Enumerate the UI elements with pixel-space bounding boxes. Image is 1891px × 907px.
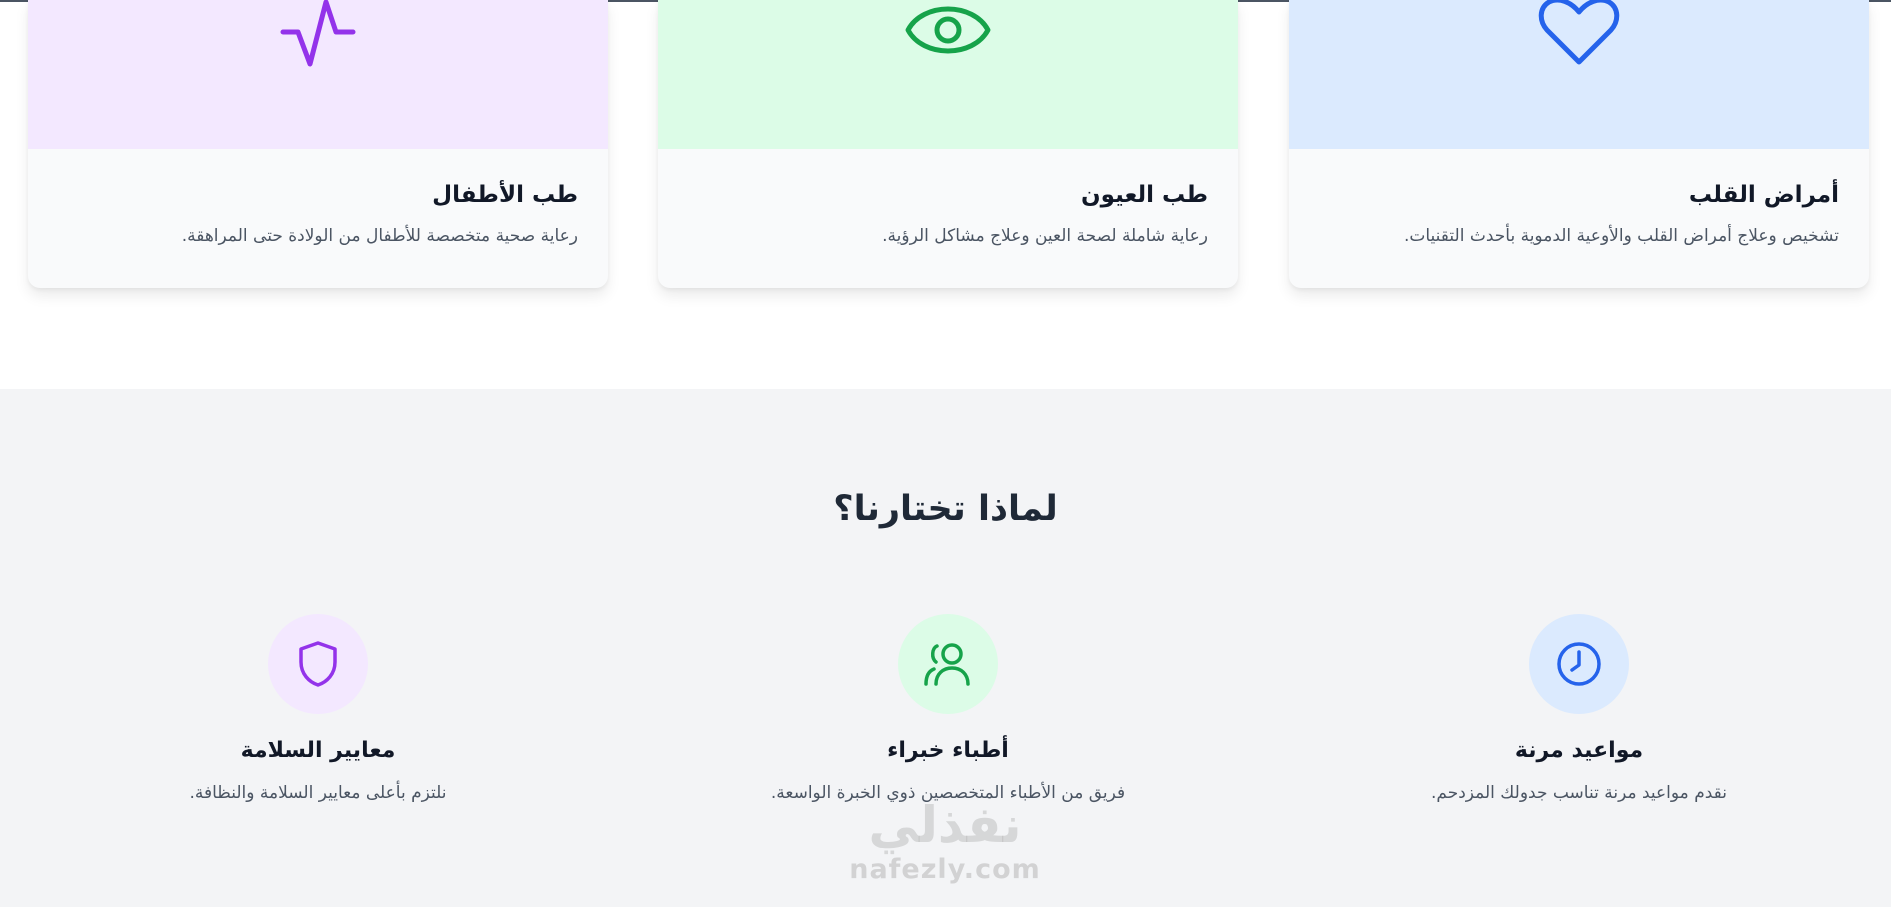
feature-title: مواعيد مرنة <box>1514 738 1644 763</box>
activity-icon <box>280 0 356 67</box>
shield-icon <box>299 641 337 687</box>
card-media <box>28 0 608 149</box>
feature-description: نلتزم بأعلى معايير السلامة والنظافة. <box>189 783 447 803</box>
card-title: طب العيون <box>1081 182 1208 208</box>
feature-safety-standards: معايير السلامة نلتزم بأعلى معايير السلام… <box>58 614 578 806</box>
users-icon <box>924 643 970 686</box>
card-description: رعاية صحية متخصصة للأطفال من الولادة حتى… <box>181 226 578 246</box>
feature-description: فريق من الأطباء المتخصصين ذوي الخبرة الو… <box>770 783 1126 803</box>
section-title: لماذا تختارنا؟ <box>833 489 1058 529</box>
feature-icon-circle <box>1529 614 1629 714</box>
feature-flexible-appointments: مواعيد مرنة نقدم مواعيد مرنة تناسب جدولك… <box>1319 614 1839 806</box>
eye-icon <box>905 6 991 54</box>
feature-title: أطباء خبراء <box>887 738 1009 763</box>
feature-description: نقدم مواعيد مرنة تناسب جدولك المزدحم. <box>1431 783 1727 803</box>
card-description: رعاية شاملة لصحة العين وعلاج مشاكل الرؤي… <box>882 226 1208 246</box>
feature-icon-circle <box>898 614 998 714</box>
clock-icon <box>1557 642 1601 686</box>
card-description: تشخيص وعلاج أمراض القلب والأوعية الدموية… <box>1403 226 1839 246</box>
card-media <box>658 0 1238 149</box>
card-title: طب الأطفال <box>432 182 578 208</box>
feature-title: معايير السلامة <box>240 738 396 763</box>
why-choose-us-section: لماذا تختارنا؟ معايير السلامة نلتزم بأعل… <box>0 389 1891 907</box>
service-card-cardiology[interactable]: أمراض القلب تشخيص وعلاج أمراض القلب والأ… <box>1289 0 1869 288</box>
feature-icon-circle <box>268 614 368 714</box>
card-title: أمراض القلب <box>1688 182 1839 208</box>
services-grid: طب الأطفال رعاية صحية متخصصة للأطفال من … <box>28 0 1870 290</box>
service-card-pediatrics[interactable]: طب الأطفال رعاية صحية متخصصة للأطفال من … <box>28 0 608 288</box>
feature-expert-doctors: أطباء خبراء فريق من الأطباء المتخصصين ذو… <box>688 614 1208 806</box>
service-card-ophthalmology[interactable]: طب العيون رعاية شاملة لصحة العين وعلاج م… <box>658 0 1238 288</box>
heart-icon <box>1538 0 1620 65</box>
card-media <box>1289 0 1869 149</box>
